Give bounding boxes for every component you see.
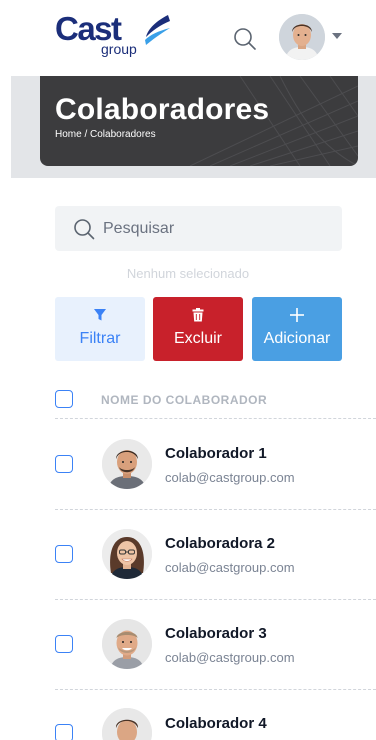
user-avatar[interactable] [279,14,325,60]
row-checkbox[interactable] [55,724,73,740]
column-header-name[interactable]: NOME DO COLABORADOR [101,393,267,407]
breadcrumb[interactable]: Home / Colaboradores [55,129,156,140]
search-icon [74,219,95,240]
person-photo-icon [102,619,152,669]
row-name: Colaborador 1 [165,445,267,462]
filter-button[interactable]: Filtrar [55,297,145,361]
search-button[interactable] [232,26,258,52]
person-photo-icon [102,708,152,740]
row-checkbox[interactable] [55,635,73,653]
avatar [102,529,152,579]
row-email: colab@castgroup.com [165,560,295,575]
row-name: Colaborador 3 [165,625,267,642]
filter-icon [94,309,106,321]
table-divider [55,689,376,690]
row-name: Colaboradora 2 [165,535,276,552]
avatar [102,708,152,740]
row-name: Colaborador 4 [165,715,267,732]
table-divider [55,599,376,600]
selection-status: Nenhum selecionado [126,266,250,281]
page-title: Colaboradores [55,93,270,126]
avatar [102,619,152,669]
delete-button-label: Excluir [173,330,222,347]
add-button-label: Adicionar [263,330,331,347]
row-email: colab@castgroup.com [165,470,295,485]
logo-swoosh-icon [145,15,170,45]
select-all-checkbox[interactable] [55,390,73,408]
trash-icon [192,308,204,322]
user-avatar-icon [279,14,325,60]
row-checkbox[interactable] [55,545,73,563]
avatar [102,439,152,489]
logo-subtext: group [101,41,137,57]
caret-down-icon[interactable] [331,31,343,41]
row-email: colab@castgroup.com [165,650,295,665]
search-placeholder: Pesquisar [103,220,175,237]
table-divider [55,418,376,419]
delete-button[interactable]: Excluir [153,297,243,361]
search-input[interactable]: Pesquisar [55,206,342,251]
search-icon [234,28,256,50]
cast-group-logo[interactable]: Cast group [55,11,175,63]
plus-icon [290,308,304,322]
filter-button-label: Filtrar [79,330,121,347]
page-banner: Colaboradores Home / Colaboradores [40,76,358,166]
row-checkbox[interactable] [55,455,73,473]
add-button[interactable]: Adicionar [252,297,342,361]
top-bar: Cast group [0,0,376,76]
person-photo-icon [102,529,152,579]
table-divider [55,509,376,510]
person-photo-icon [102,439,152,489]
